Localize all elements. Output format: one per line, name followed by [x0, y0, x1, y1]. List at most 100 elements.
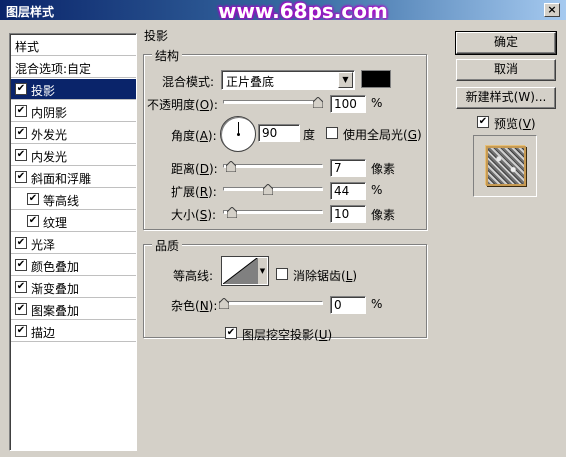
window-title: 图层样式	[6, 5, 55, 19]
style-list-header-label: 样式	[15, 40, 40, 54]
angle-dial[interactable]	[220, 116, 256, 152]
quality-title: 品质	[152, 237, 183, 254]
style-list-item[interactable]: ✔ 渐变叠加	[11, 277, 136, 298]
style-list-item[interactable]: ✔ 光泽	[11, 233, 136, 254]
style-list: 样式 混合选项:自定 ✔ 投影 ✔ 内阴影 ✔ 外发光 ✔ 内发光 ✔ 斜面和浮雕 ✔ 等高线 ✔ 纹理 ✔ 光…	[9, 33, 137, 451]
blend-mode-label: 混合模式:	[162, 75, 215, 89]
style-list-checkbox[interactable]: ✔	[15, 171, 27, 183]
blend-mode-value: 正片叠底	[226, 75, 275, 89]
shadow-color-swatch[interactable]	[361, 70, 391, 88]
style-list-checkbox[interactable]: ✔	[15, 281, 27, 293]
angle-unit: 度	[303, 128, 316, 142]
style-list-item[interactable]: ✔ 等高线	[11, 189, 136, 210]
style-list-item[interactable]: ✔ 内发光	[11, 145, 136, 166]
slider-thumb[interactable]	[313, 97, 323, 108]
style-list-item-label: 外发光	[31, 128, 68, 142]
style-list-checkbox[interactable]: ✔	[15, 325, 27, 337]
contour-label: 等高线:	[173, 269, 214, 283]
opacity-input[interactable]: 100	[330, 95, 366, 113]
style-list-checkbox[interactable]: ✔	[15, 259, 27, 271]
noise-input[interactable]: 0	[330, 296, 366, 314]
knockout-label: 图层挖空投影(U)	[242, 328, 333, 342]
style-list-header[interactable]: 样式	[11, 35, 136, 56]
angle-label: 角度(A):	[171, 129, 217, 143]
style-list-checkbox[interactable]: ✔	[27, 215, 39, 227]
style-list-checkbox[interactable]: ✔	[15, 303, 27, 315]
style-list-checkbox[interactable]: ✔	[27, 193, 39, 205]
spread-label: 扩展(R):	[171, 185, 217, 199]
style-list-item-label: 颜色叠加	[31, 260, 80, 274]
slider-thumb[interactable]	[225, 161, 236, 172]
contour-picker[interactable]: ▼	[221, 256, 269, 286]
style-list-item[interactable]: ✔ 外发光	[11, 123, 136, 144]
slider-track	[223, 100, 323, 104]
style-list-item[interactable]: ✔ 投影	[11, 79, 136, 100]
new-style-button[interactable]: 新建样式(W)...	[456, 87, 556, 109]
cancel-button[interactable]: 取消	[456, 59, 556, 81]
contour-curve-icon	[223, 258, 257, 284]
style-list-item-label: 斜面和浮雕	[31, 172, 92, 186]
style-list-item-label: 内阴影	[31, 106, 68, 120]
size-label: 大小(S):	[171, 208, 217, 222]
distance-input[interactable]: 7	[330, 159, 366, 177]
blend-mode-select[interactable]: 正片叠底 ▼	[221, 70, 355, 90]
slider-thumb[interactable]	[262, 184, 273, 195]
style-list-item-label: 描边	[31, 326, 56, 340]
angle-center-dot	[237, 133, 240, 136]
preview-label: 预览(V)	[494, 117, 536, 131]
style-list-item[interactable]: ✔ 图案叠加	[11, 299, 136, 320]
slider-track	[223, 187, 323, 191]
noise-label: 杂色(N):	[171, 299, 218, 313]
knockout-checkbox[interactable]: ✔	[225, 327, 237, 339]
style-list-item-label: 纹理	[43, 216, 68, 230]
style-list-item-label: 光泽	[31, 238, 56, 252]
spread-input[interactable]: 44	[330, 182, 366, 200]
preview-checkbox[interactable]: ✔	[477, 116, 489, 128]
antialias-label: 消除锯齿(L)	[293, 269, 358, 283]
panel-title: 投影	[141, 27, 172, 44]
style-list-item[interactable]: ✔ 内阴影	[11, 101, 136, 122]
opacity-label: 不透明度(O):	[147, 98, 218, 112]
ok-button[interactable]: 确定	[455, 31, 557, 55]
slider-thumb[interactable]	[219, 298, 229, 309]
spread-unit: %	[371, 183, 383, 197]
style-list-item-label: 图案叠加	[31, 304, 80, 318]
style-list-checkbox[interactable]: ✔	[15, 83, 27, 95]
distance-label: 距离(D):	[171, 162, 218, 176]
chevron-down-icon[interactable]: ▼	[257, 258, 267, 284]
antialias-checkbox[interactable]	[276, 268, 288, 280]
style-list-item-label: 等高线	[43, 194, 80, 208]
style-list-item-label: 投影	[31, 84, 56, 98]
noise-slider[interactable]	[219, 298, 323, 310]
slider-track	[219, 301, 323, 305]
style-list-checkbox[interactable]: ✔	[15, 105, 27, 117]
global-light-label: 使用全局光(G)	[343, 128, 422, 142]
style-list-item[interactable]: 混合选项:自定	[11, 57, 136, 78]
size-unit: 像素	[371, 208, 396, 222]
style-list-item-label: 渐变叠加	[31, 282, 80, 296]
slider-track	[223, 164, 323, 168]
size-slider[interactable]	[223, 207, 323, 219]
layer-style-dialog: 样式 混合选项:自定 ✔ 投影 ✔ 内阴影 ✔ 外发光 ✔ 内发光 ✔ 斜面和浮雕 ✔ 等高线 ✔ 纹理 ✔ 光…	[0, 20, 566, 457]
angle-input[interactable]: 90	[258, 124, 300, 142]
distance-unit: 像素	[371, 162, 396, 176]
size-input[interactable]: 10	[330, 205, 366, 223]
style-list-item[interactable]: ✔ 纹理	[11, 211, 136, 232]
style-list-item[interactable]: ✔ 斜面和浮雕	[11, 167, 136, 188]
global-light-checkbox[interactable]	[326, 127, 338, 139]
style-preview	[473, 135, 537, 197]
style-list-item[interactable]: ✔ 颜色叠加	[11, 255, 136, 276]
distance-slider[interactable]	[223, 161, 323, 173]
style-list-item[interactable]: ✔ 描边	[11, 321, 136, 342]
close-button[interactable]: ×	[544, 3, 560, 17]
structure-title: 结构	[152, 47, 183, 64]
style-list-item-label: 混合选项:自定	[15, 62, 92, 76]
style-list-checkbox[interactable]: ✔	[15, 149, 27, 161]
opacity-unit: %	[371, 96, 383, 110]
opacity-slider[interactable]	[223, 97, 323, 109]
spread-slider[interactable]	[223, 184, 323, 196]
style-list-checkbox[interactable]: ✔	[15, 237, 27, 249]
slider-thumb[interactable]	[226, 207, 237, 218]
noise-unit: %	[371, 297, 383, 311]
style-list-checkbox[interactable]: ✔	[15, 127, 27, 139]
